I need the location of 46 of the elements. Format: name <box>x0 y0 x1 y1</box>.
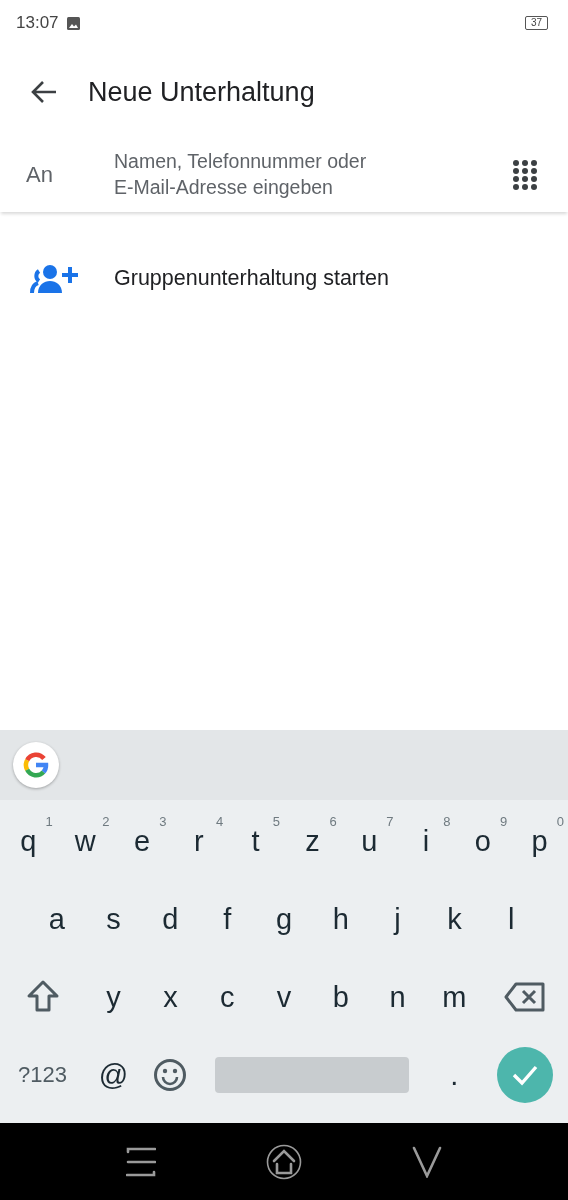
keyboard-key[interactable]: x <box>142 958 199 1036</box>
key-hint: 6 <box>329 814 337 829</box>
key-hint: 0 <box>556 814 564 829</box>
keyboard-key[interactable]: m <box>426 958 483 1036</box>
image-notification-icon <box>66 16 80 30</box>
keyboard-key[interactable]: a <box>28 880 86 958</box>
to-label: An <box>26 162 54 188</box>
dialpad-icon[interactable] <box>512 159 538 191</box>
key-hint: 3 <box>159 814 167 829</box>
keyboard-key[interactable]: d <box>142 880 199 958</box>
keyboard-key[interactable]: f <box>198 880 256 958</box>
keyboard-key[interactable]: s <box>85 880 142 958</box>
status-time: 13:07 <box>16 13 59 33</box>
keyboard-key[interactable]: k <box>426 880 483 958</box>
keyboard-key[interactable]: b <box>312 958 370 1036</box>
key-hint: 4 <box>215 814 224 829</box>
key-hint: 2 <box>102 814 110 829</box>
symbols-key[interactable]: ?123 <box>0 1036 86 1114</box>
keyboard-key[interactable]: l <box>482 880 540 958</box>
key-hint: 9 <box>499 814 508 829</box>
keyboard-key[interactable]: j <box>369 880 426 958</box>
back-chevron-icon[interactable] <box>412 1145 442 1178</box>
search-logo-icon <box>22 751 50 779</box>
keyboard-key[interactable]: c <box>198 958 256 1036</box>
keyboard-key[interactable]: @ <box>85 1036 142 1114</box>
keyboard-key[interactable]: n <box>369 958 426 1036</box>
keyboard-key[interactable]: . <box>426 1036 483 1114</box>
add-group-icon <box>30 263 78 293</box>
key-hint: 1 <box>45 814 53 829</box>
checkmark-icon <box>511 1064 540 1086</box>
key-hint: 7 <box>386 814 394 829</box>
keyboard-key[interactable]: h <box>312 880 370 958</box>
screen-title: Neue Unterhaltung <box>88 76 315 108</box>
menu-icon[interactable] <box>126 1146 156 1177</box>
home-icon[interactable] <box>266 1143 302 1180</box>
key-hint: 8 <box>443 814 451 829</box>
keyboard-key[interactable]: y <box>85 958 142 1036</box>
search-logo-button[interactable] <box>13 742 59 788</box>
back-arrow-icon[interactable] <box>30 80 58 104</box>
backspace-icon[interactable] <box>504 981 547 1013</box>
keyboard-key[interactable]: v <box>255 958 313 1036</box>
battery-indicator: 37 <box>524 16 548 30</box>
keyboard-key[interactable]: g <box>255 880 313 958</box>
key-hint: 5 <box>272 814 280 829</box>
group-chat-item[interactable]: Gruppenunterhaltung starten <box>0 246 568 310</box>
emoji-icon[interactable] <box>153 1058 188 1092</box>
